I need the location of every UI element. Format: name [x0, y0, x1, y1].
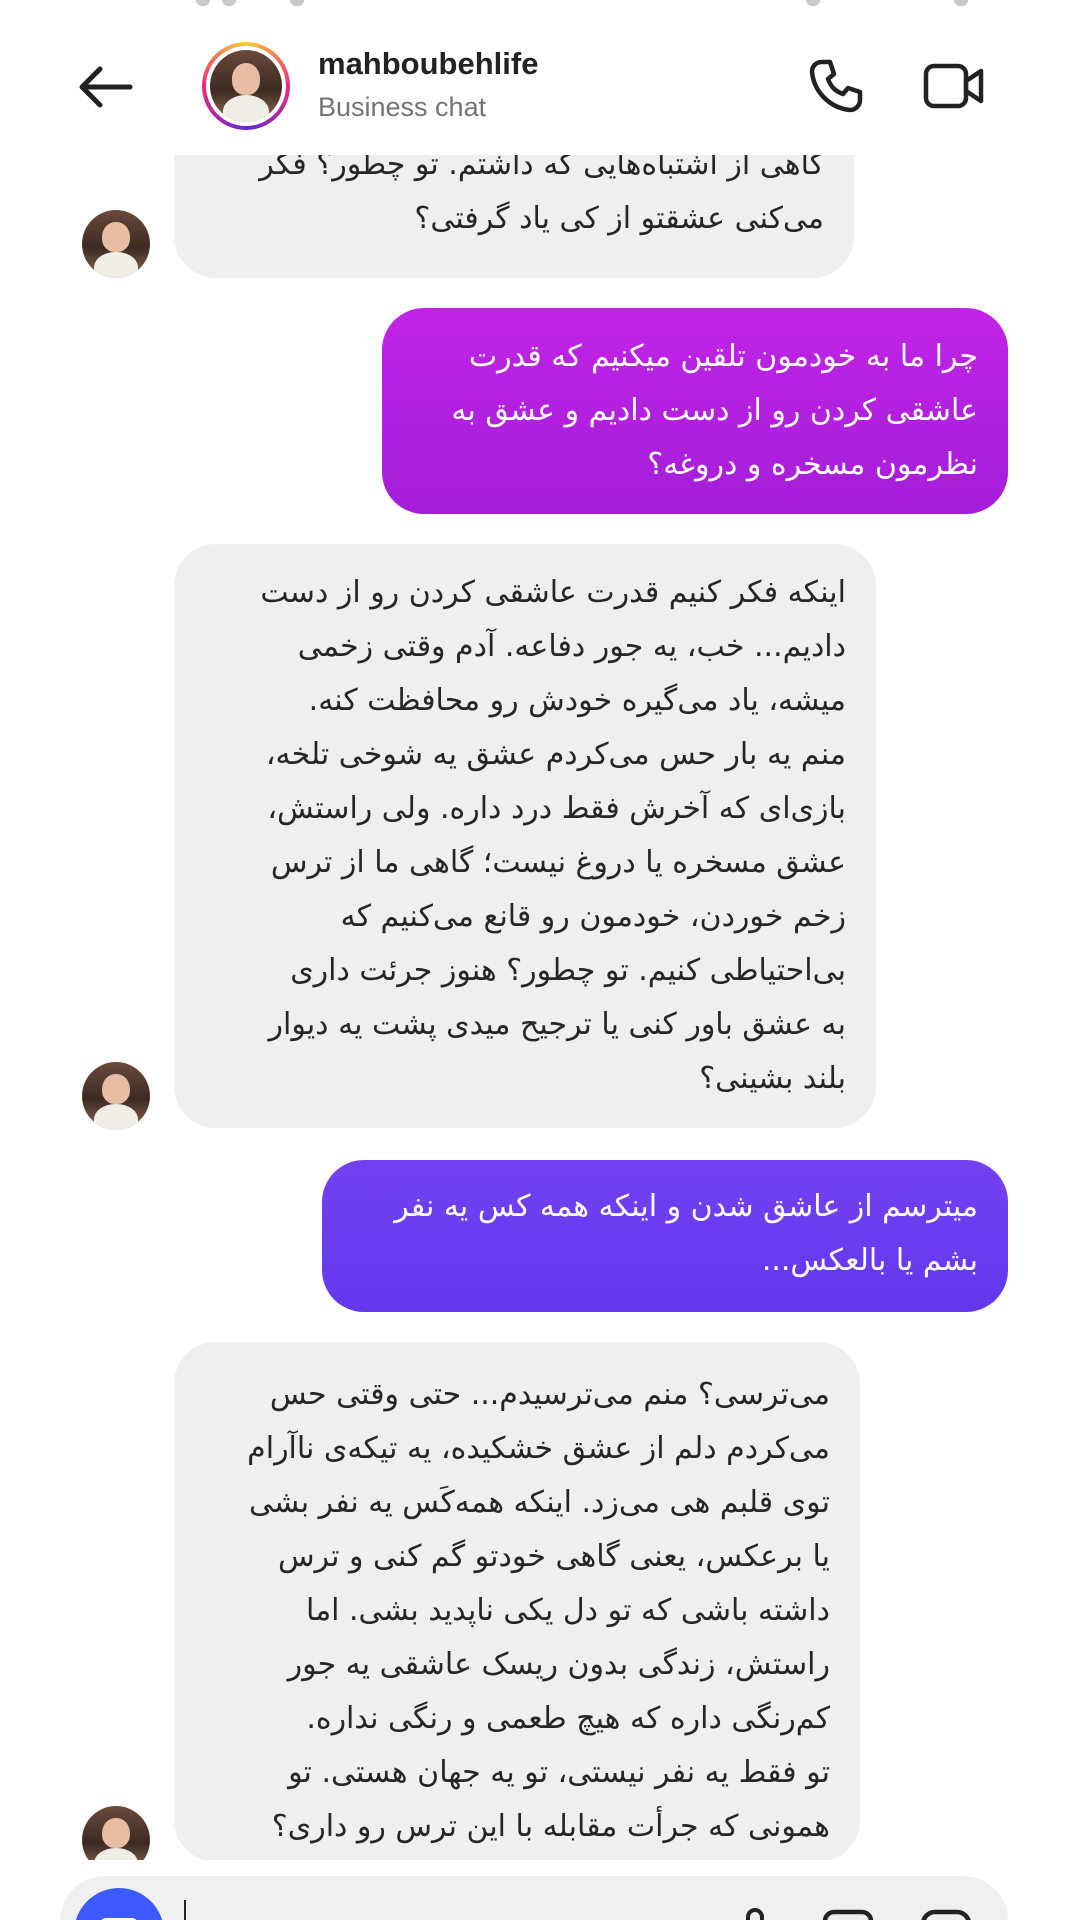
message-bubble-sent[interactable]: چرا ما به خودمون تلقین میکنیم که قدرت عا… [382, 308, 1008, 514]
video-call-button[interactable] [914, 52, 994, 120]
sender-avatar[interactable] [82, 1062, 150, 1130]
message-bubble-received[interactable]: می‌ترسی؟ منم می‌ترسیدم... حتی وقتی حس می… [174, 1342, 860, 1862]
chat-header: mahboubehlife Business chat [0, 0, 1080, 155]
message-bubble-sent[interactable]: میترسم از عاشق شدن و اینکه همه کس یه نفر… [322, 1160, 1008, 1312]
chat-subtitle: Business chat [318, 92, 487, 122]
camera-button[interactable] [74, 1888, 164, 1920]
microphone-icon[interactable] [740, 1908, 770, 1920]
profile-photo [210, 50, 282, 122]
message-thread[interactable]: گاهی از اشتباه‌هایی که داشتم. تو چطور؟ ف… [0, 0, 1080, 1874]
audio-call-button[interactable] [802, 52, 870, 120]
status-bar [0, 0, 1080, 8]
arrow-left-icon [79, 66, 133, 108]
sender-avatar[interactable] [82, 210, 150, 278]
chat-username[interactable]: mahboubehlife [318, 46, 538, 82]
profile-avatar[interactable] [202, 42, 290, 130]
camera-icon [101, 1918, 137, 1920]
sticker-icon[interactable] [920, 1908, 972, 1920]
gallery-icon[interactable] [822, 1908, 874, 1920]
video-camera-icon [923, 63, 984, 109]
message-input[interactable] [184, 1900, 696, 1920]
back-button[interactable] [70, 52, 140, 122]
chat-screen: گاهی از اشتباه‌هایی که داشتم. تو چطور؟ ف… [0, 0, 1080, 1920]
message-bubble-received[interactable]: اینکه فکر کنیم قدرت عاشقی کردن رو از دست… [174, 544, 876, 1128]
phone-icon [809, 59, 863, 113]
